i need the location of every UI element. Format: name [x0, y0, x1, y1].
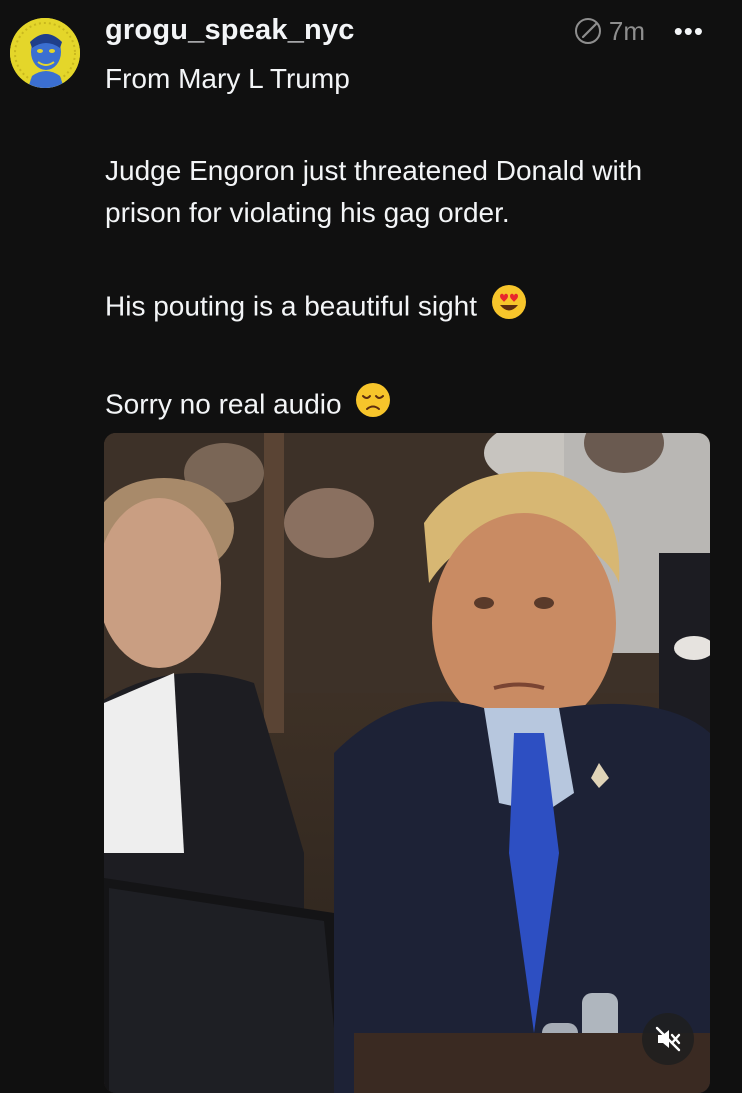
post-line-audio: Sorry no real audio: [105, 382, 725, 430]
video-frame: [104, 433, 710, 1093]
avatar[interactable]: [10, 18, 80, 88]
post-line-body: Judge Engoron just threatened Donald wit…: [105, 155, 643, 228]
speaker-muted-icon: [655, 1026, 681, 1052]
avatar-image: [10, 18, 80, 88]
disappointed-emoji: [355, 382, 391, 430]
post-line-audio-text: Sorry no real audio: [105, 388, 342, 420]
edit-status-icon: [574, 18, 601, 44]
username-link[interactable]: grogu_speak_nyc: [105, 14, 355, 47]
post-video[interactable]: [104, 433, 710, 1093]
post-meta: 7m: [573, 16, 645, 46]
post-line-from: From Mary L Trump: [105, 63, 350, 94]
heart-eyes-emoji: [491, 284, 527, 332]
post-line-pouting: His pouting is a beautiful sight: [105, 284, 725, 332]
more-options-button[interactable]: •••: [674, 18, 704, 44]
timestamp: 7m: [608, 16, 645, 46]
post-text: From Mary L Trump Judge Engoron just thr…: [105, 58, 725, 430]
post-line-pouting-text: His pouting is a beautiful sight: [105, 290, 477, 322]
mute-toggle-button[interactable]: [642, 1013, 694, 1065]
